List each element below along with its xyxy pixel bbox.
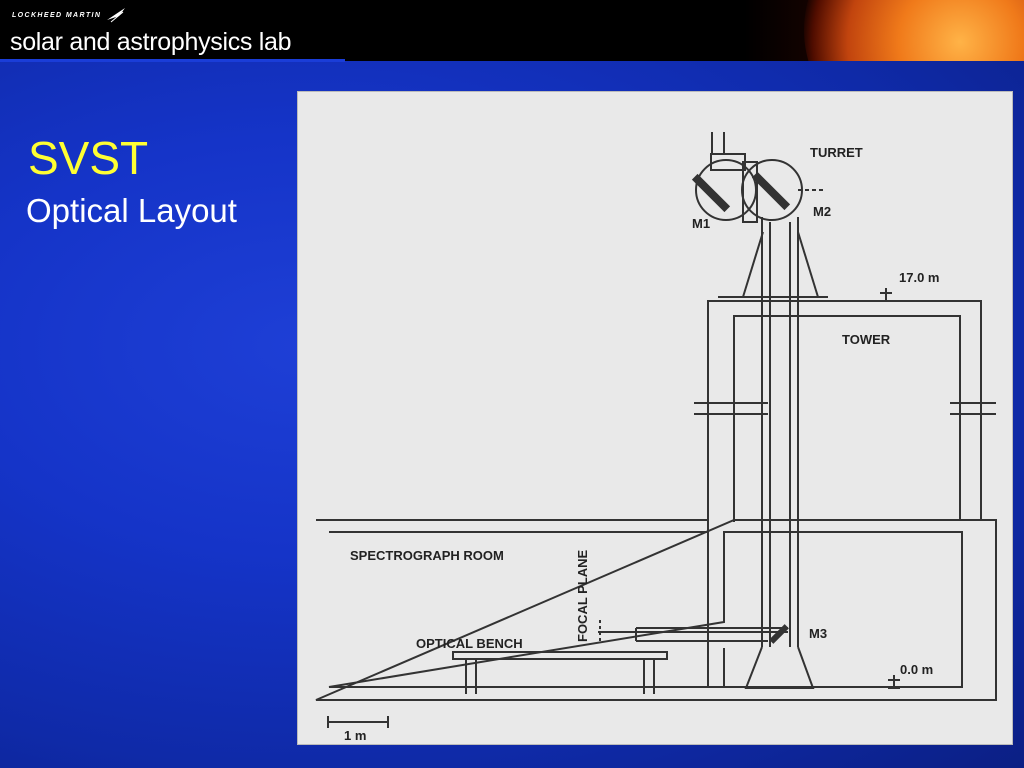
turret-stack bbox=[711, 132, 725, 154]
slide-subtitle: Optical Layout bbox=[26, 192, 237, 229]
height-marker-top bbox=[880, 288, 892, 302]
room-divider bbox=[707, 648, 725, 687]
tube-base bbox=[744, 646, 815, 689]
diagram-svg: TURRET M1 M2 17.0 m TOWER SPECTROGRAPH R… bbox=[315, 132, 997, 743]
mirror-m1 bbox=[691, 173, 731, 213]
label-spectrograph-room: SPECTROGRAPH ROOM bbox=[350, 548, 504, 563]
lockheed-martin-logo: LOCKHEED MARTIN bbox=[12, 6, 127, 24]
label-tower: TOWER bbox=[842, 332, 891, 347]
label-focal-plane: FOCAL PLANE bbox=[575, 549, 590, 642]
label-scale: 1 m bbox=[344, 728, 366, 743]
logo-text: LOCKHEED MARTIN bbox=[12, 11, 102, 19]
lab-title: solar and astrophysics lab bbox=[10, 28, 292, 56]
label-m2: M2 bbox=[813, 204, 831, 219]
turret-support-left bbox=[718, 231, 828, 298]
slide-title: SVST bbox=[28, 132, 149, 184]
label-height-bottom: 0.0 m bbox=[900, 662, 933, 677]
sun-image bbox=[804, 0, 1024, 61]
header-bar: LOCKHEED MARTIN solar and astrophysics l… bbox=[0, 0, 1024, 61]
scale-bar bbox=[327, 716, 389, 728]
label-height-top: 17.0 m bbox=[899, 270, 939, 285]
tower-band-left bbox=[694, 402, 768, 415]
star-icon bbox=[107, 8, 126, 23]
header-divider bbox=[0, 59, 345, 62]
light-tube-inner bbox=[769, 222, 791, 647]
label-turret: TURRET bbox=[810, 145, 863, 160]
label-optical-bench: OPTICAL BENCH bbox=[416, 636, 523, 651]
turret-support-right bbox=[797, 231, 819, 298]
light-tube-outer bbox=[761, 217, 799, 647]
optical-bench-top bbox=[452, 651, 668, 660]
label-m3: M3 bbox=[809, 626, 827, 641]
label-m1: M1 bbox=[692, 216, 710, 231]
optical-layout-diagram: TURRET M1 M2 17.0 m TOWER SPECTROGRAPH R… bbox=[297, 91, 1013, 745]
tower-outer-wall bbox=[707, 300, 982, 687]
tower-band-right bbox=[950, 402, 996, 415]
optical-bench-legs bbox=[465, 659, 655, 694]
